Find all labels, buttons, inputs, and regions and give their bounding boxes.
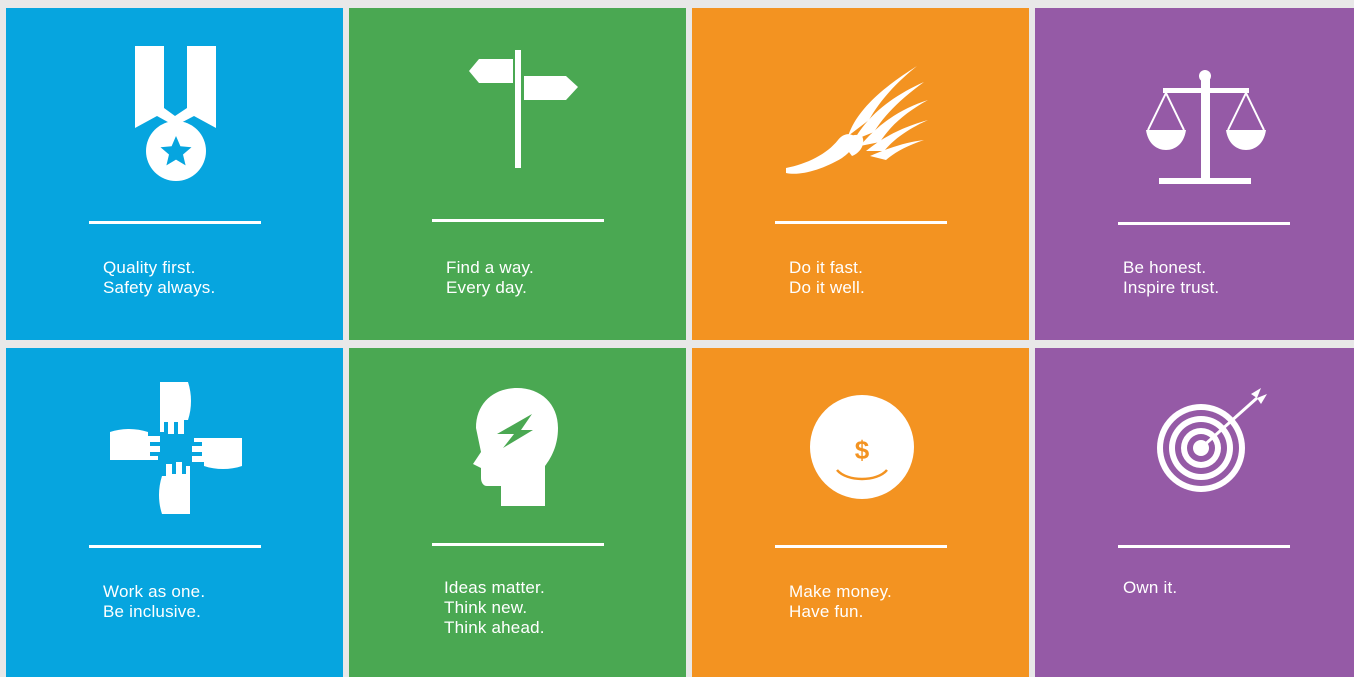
value-statement: Own it.	[1123, 578, 1178, 597]
divider	[89, 221, 261, 224]
dollar-sign: $	[855, 435, 870, 465]
value-statement: Make money. Have fun.	[789, 582, 892, 621]
signpost-icon	[469, 50, 578, 168]
tile-own-it: Own it.	[1035, 348, 1354, 677]
target-arrow-icon	[1157, 388, 1267, 492]
scales-icon	[1146, 70, 1266, 184]
value-statement: Do it fast. Do it well.	[789, 258, 865, 297]
value-statement: Find a way. Every day.	[446, 258, 534, 297]
value-statement: Be honest. Inspire trust.	[1123, 258, 1220, 297]
smiling-coin-icon: $	[810, 395, 914, 499]
winged-foot-icon	[786, 66, 928, 174]
divider	[432, 219, 604, 222]
tile-quality: Quality first. Safety always.	[6, 8, 343, 340]
divider	[775, 545, 947, 548]
divider	[1118, 545, 1290, 548]
divider	[1118, 222, 1290, 225]
tile-be-honest: Be honest. Inspire trust.	[1035, 8, 1354, 340]
tile-find-a-way: Find a way. Every day.	[349, 8, 686, 340]
medal-icon	[135, 46, 216, 181]
head-lightning-icon	[473, 388, 558, 506]
tile-make-money: $ Make money. Have fun.	[692, 348, 1029, 677]
tile-ideas-matter: Ideas matter. Think new. Think ahead.	[349, 348, 686, 677]
value-statement: Quality first. Safety always.	[103, 258, 216, 297]
tile-do-it-fast: Do it fast. Do it well.	[692, 8, 1029, 340]
value-statement: Work as one. Be inclusive.	[103, 582, 206, 621]
divider	[775, 221, 947, 224]
hands-icon	[110, 382, 242, 514]
values-grid: Quality first. Safety always. Find a way…	[0, 0, 1354, 677]
value-statement: Ideas matter. Think new. Think ahead.	[444, 578, 545, 637]
divider	[432, 543, 604, 546]
divider	[89, 545, 261, 548]
tile-work-as-one: Work as one. Be inclusive.	[6, 348, 343, 677]
